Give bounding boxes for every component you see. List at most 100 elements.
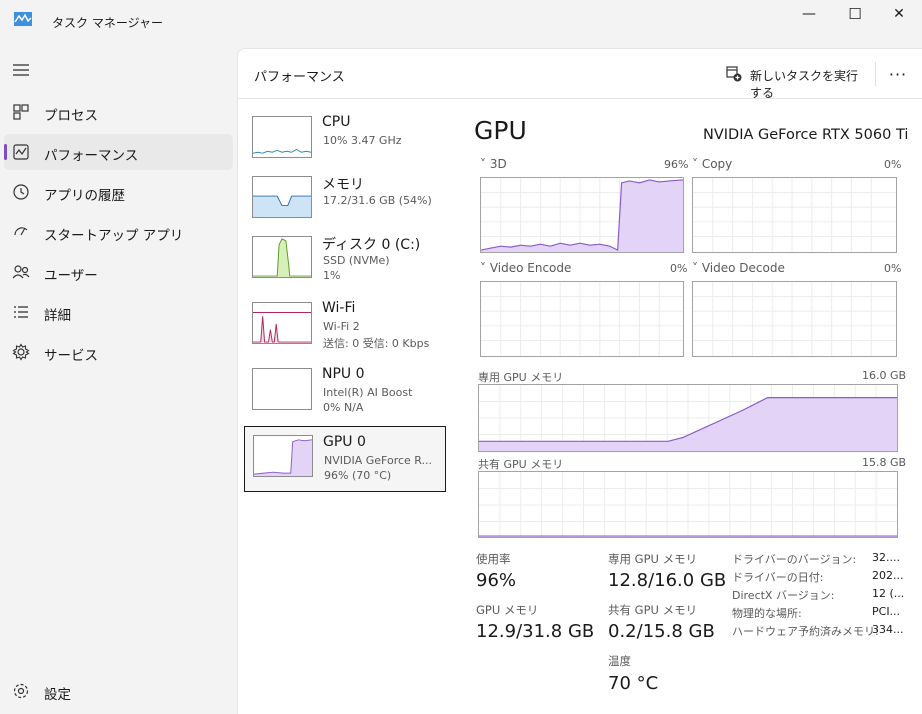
gear-icon	[13, 683, 29, 699]
performance-icon	[13, 144, 29, 160]
device-item-gpu[interactable]: GPU 0 NVIDIA GeForce R... 96% (70 °C)	[244, 426, 446, 492]
sidebar-item-label: アプリの履歴	[44, 188, 125, 204]
services-icon	[12, 343, 30, 361]
device-detail: 1%	[323, 269, 341, 282]
close-button[interactable]: ✕	[876, 0, 922, 28]
dedicated-stat-label: 専用 GPU メモリ	[608, 552, 698, 566]
dedicated-memory-graph	[478, 384, 898, 452]
device-detail: 送信: 0 受信: 0 Kbps	[323, 337, 430, 350]
engine-video-decode-label[interactable]: ˅ Video Decode	[692, 261, 785, 275]
sidebar-item-users[interactable]: ユーザー	[4, 254, 233, 290]
device-name: CPU	[322, 114, 351, 130]
shared-stat-value: 0.2/15.8 GB	[608, 621, 715, 642]
device-item-cpu[interactable]: CPU 10% 3.47 GHz	[244, 114, 446, 180]
driver-version-value: 32....	[872, 551, 900, 564]
driver-date-label: ドライバーの日付:	[732, 571, 824, 584]
dedicated-memory-max: 16.0 GB	[862, 369, 907, 382]
sidebar-item-label: プロセス	[44, 108, 98, 124]
driver-date-value: 202...	[872, 569, 904, 582]
sidebar-item-label: パフォーマンス	[44, 148, 139, 164]
device-name: NPU 0	[322, 366, 365, 382]
shared-memory-graph	[478, 471, 898, 538]
device-name: ディスク 0 (C:)	[322, 237, 421, 253]
utilization-value: 96%	[476, 570, 517, 591]
gpu-thumbnail-graph	[253, 435, 313, 477]
shared-stat-label: 共有 GPU メモリ	[608, 603, 698, 617]
sidebar-item-services[interactable]: サービス	[4, 334, 233, 370]
directx-version-label: DirectX バージョン:	[732, 589, 835, 602]
physical-location-label: 物理的な場所:	[732, 607, 802, 620]
device-name: GPU 0	[323, 434, 366, 450]
engine-3d-graph	[480, 177, 684, 253]
sidebar-item-settings[interactable]: 設定	[4, 673, 233, 709]
engine-copy-graph	[692, 177, 897, 253]
engine-video-encode-percent: 0%	[670, 262, 688, 275]
dedicated-stat-value: 12.8/16.0 GB	[608, 570, 727, 591]
wifi-thumbnail-graph	[252, 302, 312, 344]
device-detail: SSD (NVMe)	[323, 254, 390, 267]
device-detail: Intel(R) AI Boost	[323, 386, 413, 399]
new-task-icon	[726, 66, 742, 82]
device-name: メモリ	[322, 177, 364, 193]
window-title: タスク マネージャー	[52, 16, 163, 30]
users-icon	[12, 265, 30, 279]
shared-memory-max: 15.8 GB	[862, 456, 907, 469]
shared-memory-label: 共有 GPU メモリ	[478, 458, 564, 471]
engine-copy-percent: 0%	[884, 158, 902, 171]
maximize-button[interactable]: ☐	[832, 0, 878, 28]
hamburger-menu-icon[interactable]	[12, 62, 30, 78]
gpu-memory-label: GPU メモリ	[476, 603, 539, 617]
run-new-task-button[interactable]: 新しいタスクを実行する	[722, 60, 868, 100]
device-detail: 10% 3.47 GHz	[323, 134, 402, 147]
more-options-button[interactable]: ···	[880, 60, 916, 88]
device-detail: 17.2/31.6 GB (54%)	[323, 194, 432, 207]
engine-name: 3D	[489, 157, 507, 171]
sidebar-item-performance[interactable]: パフォーマンス	[4, 134, 233, 170]
sidebar-item-details[interactable]: 詳細	[4, 294, 233, 330]
disk-thumbnail-graph	[252, 236, 312, 278]
engine-video-encode-graph	[480, 281, 684, 357]
sidebar-item-label: サービス	[44, 348, 98, 364]
driver-version-label: ドライバーのバージョン:	[732, 553, 857, 566]
engine-copy-label[interactable]: ˅ Copy	[692, 157, 732, 171]
sidebar-item-processes[interactable]: プロセス	[4, 94, 233, 130]
run-new-task-label: 新しいタスクを実行する	[750, 69, 859, 100]
physical-location-value: PCI...	[872, 605, 901, 618]
sidebar-item-startup[interactable]: スタートアップ アプリ	[4, 214, 233, 250]
detail-heading: GPU	[474, 116, 527, 145]
reserved-memory-label: ハードウェア予約済みメモリ:	[732, 625, 879, 638]
dedicated-memory-label: 専用 GPU メモリ	[478, 371, 564, 384]
active-indicator	[4, 144, 7, 160]
device-detail: NVIDIA GeForce R...	[324, 454, 433, 467]
engine-3d-percent: 96%	[664, 158, 689, 171]
minimize-button[interactable]: —	[786, 0, 832, 28]
device-item-disk[interactable]: ディスク 0 (C:) SSD (NVMe) 1%	[244, 234, 446, 300]
settings-label: 設定	[44, 687, 71, 703]
engine-video-decode-percent: 0%	[884, 262, 902, 275]
sidebar-item-label: 詳細	[44, 308, 71, 324]
cpu-thumbnail-graph	[252, 116, 312, 158]
sidebar-item-label: ユーザー	[44, 268, 98, 284]
reserved-memory-value: 334...	[872, 623, 904, 636]
engine-video-decode-graph	[692, 281, 897, 357]
device-detail: Wi-Fi 2	[323, 320, 360, 333]
device-item-npu[interactable]: NPU 0 Intel(R) AI Boost 0% N/A	[244, 366, 446, 432]
device-name: Wi-Fi	[322, 300, 356, 316]
engine-name: Video Decode	[701, 261, 785, 275]
temperature-value: 70 °C	[608, 673, 659, 694]
sidebar-item-app-history[interactable]: アプリの履歴	[4, 174, 233, 210]
details-icon	[14, 306, 28, 318]
device-detail: 0% N/A	[323, 401, 364, 414]
app-history-icon	[13, 184, 29, 200]
engine-name: Copy	[701, 157, 733, 171]
engine-3d-label[interactable]: ˅ 3D	[480, 157, 507, 171]
directx-version-value: 12 (...	[872, 587, 905, 600]
startup-icon	[14, 227, 28, 236]
engine-video-encode-label[interactable]: ˅ Video Encode	[480, 261, 571, 275]
utilization-label: 使用率	[476, 552, 511, 566]
device-item-wifi[interactable]: Wi-Fi Wi-Fi 2 送信: 0 受信: 0 Kbps	[244, 300, 446, 366]
npu-thumbnail-graph	[252, 368, 312, 410]
engine-name: Video Encode	[489, 261, 572, 275]
device-item-memory[interactable]: メモリ 17.2/31.6 GB (54%)	[244, 174, 446, 240]
page-title: パフォーマンス	[254, 70, 345, 85]
